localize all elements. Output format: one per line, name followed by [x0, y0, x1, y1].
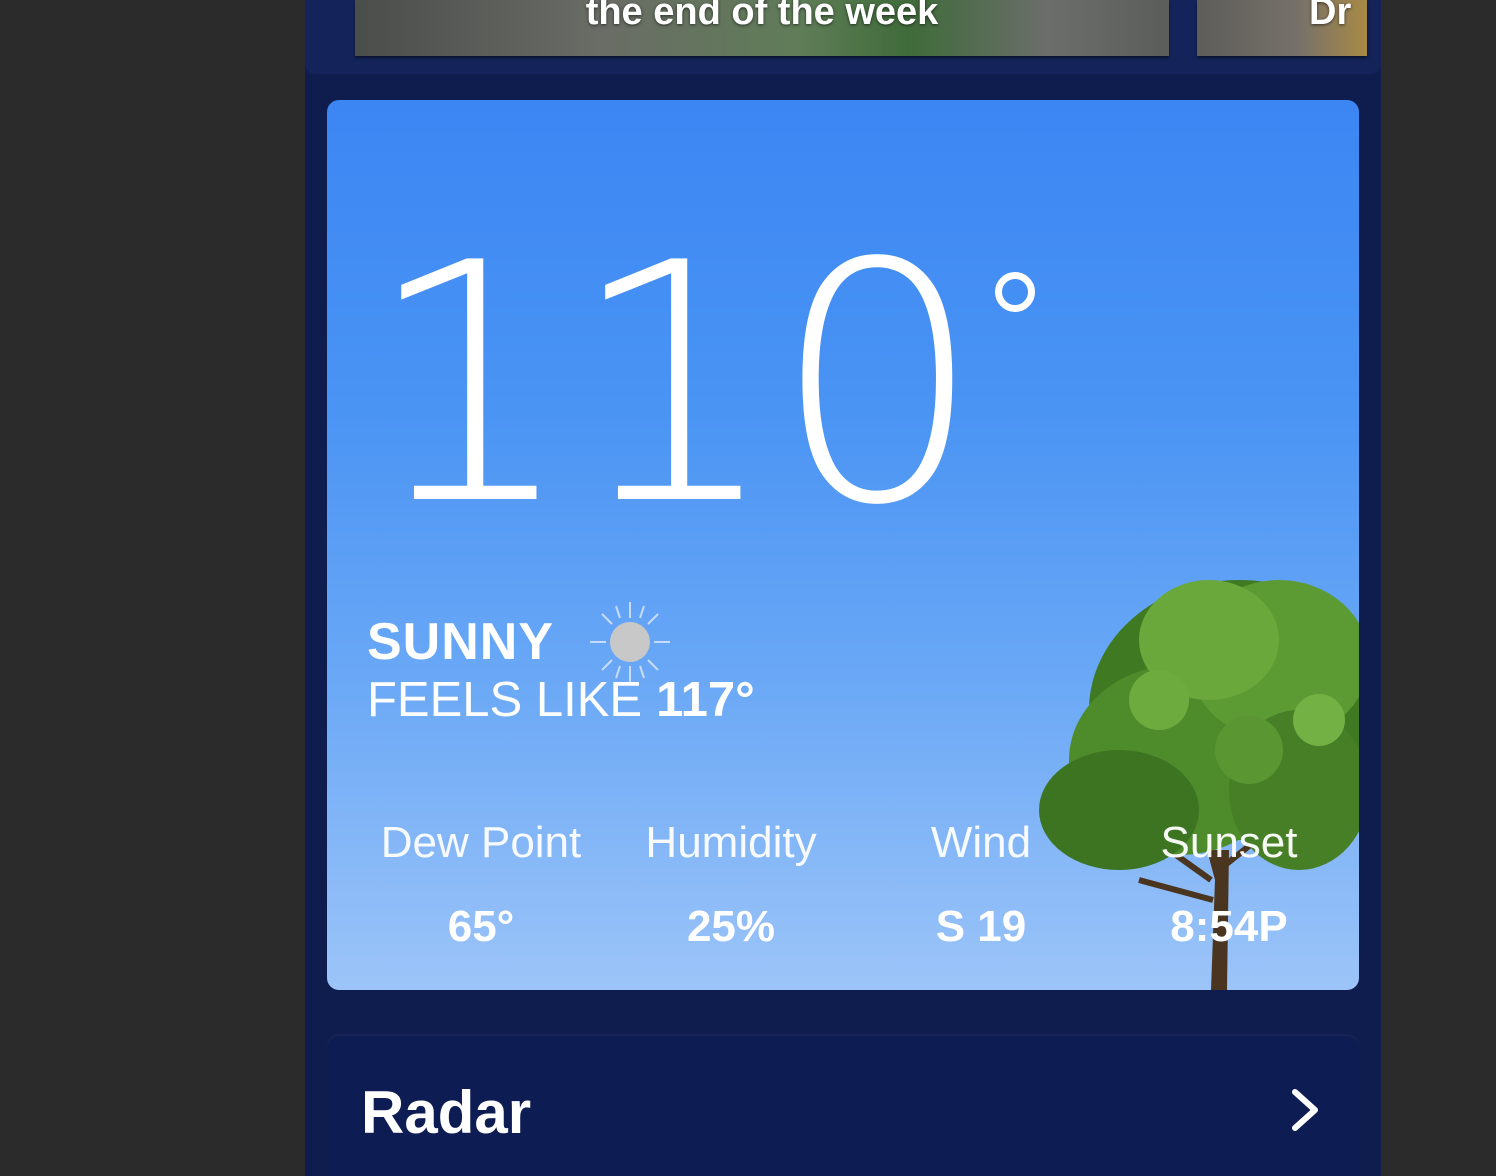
detail-wind: Wind S 19 [871, 818, 1091, 952]
feels-like-label: FEELS LIKE [367, 673, 643, 727]
detail-sunset: Sunset 8:54P [1119, 818, 1339, 952]
news-card[interactable]: Dr [1197, 0, 1367, 56]
detail-label: Dew Point [380, 818, 582, 867]
weather-app: the end of the week Dr 110 SUNNY FEELS L… [305, 0, 1381, 1176]
feels-like-value: 117° [656, 673, 755, 727]
chevron-right-icon[interactable] [1285, 1088, 1325, 1132]
detail-dew-point: Dew Point 65° [371, 818, 591, 952]
news-card-caption: Dr [1309, 0, 1352, 33]
detail-value: 8:54P [1170, 902, 1288, 951]
radar-row[interactable]: Radar [327, 1036, 1359, 1176]
news-card[interactable]: the end of the week [355, 0, 1169, 56]
degree-symbol [994, 272, 1035, 312]
details-row: Dew Point 65° Humidity 25% Wind S 19 Sun… [327, 818, 1359, 968]
temperature-value: 110 [365, 193, 983, 577]
feels-like: FEELS LIKE 117° [367, 672, 755, 728]
news-carousel[interactable]: the end of the week Dr [305, 0, 1381, 74]
detail-value: 25% [686, 902, 776, 951]
news-card-caption: the end of the week [585, 0, 939, 33]
current-temperature: 110 [365, 220, 1035, 550]
current-conditions-card[interactable]: 110 SUNNY FEELS LIKE 117° Dew Point 65° … [327, 100, 1359, 990]
detail-value: 65° [447, 902, 515, 951]
detail-label: Humidity [645, 818, 817, 867]
condition-text: SUNNY [367, 613, 555, 671]
detail-humidity: Humidity 25% [621, 818, 841, 952]
detail-label: Sunset [1160, 818, 1298, 867]
detail-label: Wind [930, 818, 1032, 867]
detail-value: S 19 [935, 902, 1027, 951]
radar-label: Radar [361, 1079, 532, 1146]
